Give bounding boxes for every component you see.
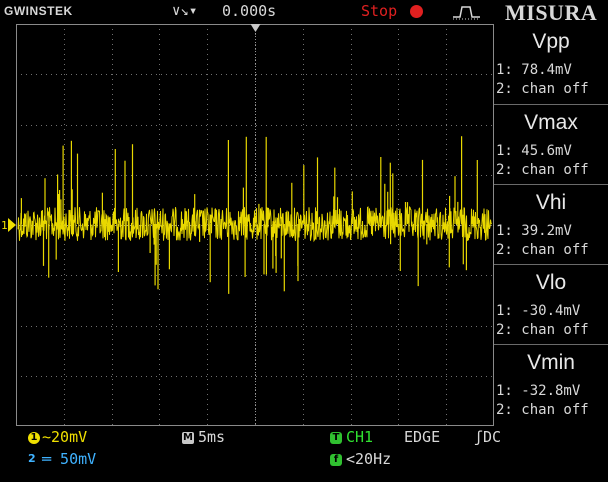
trigger-position-icons: ∨↘▾ — [172, 3, 198, 19]
measure-ch2-value: 2: chan off — [496, 162, 589, 178]
status-bar: GWINSTEK ∨↘▾ 0.000s Stop MISURA — [0, 0, 608, 25]
measure-vmin[interactable]: Vmin 1: -32.8mV 2: chan off — [494, 344, 608, 423]
measure-ch1-value: 1: -30.4mV — [496, 303, 581, 319]
measure-ch2-value: 2: chan off — [496, 81, 589, 97]
trigger-position-marker — [250, 24, 261, 32]
measure-ch1-value: 1: 45.6mV — [496, 143, 572, 159]
measure-ch1-value: 1: 39.2mV — [496, 223, 572, 239]
timebase-badge-icon: M — [182, 432, 194, 444]
trigger-coupling[interactable]: ʃDC — [474, 428, 501, 446]
measure-title: Vlo — [535, 271, 567, 294]
waveform-display — [16, 24, 494, 426]
frequency-readout: <20Hz — [346, 450, 392, 468]
measure-title: Vmin — [527, 351, 575, 374]
brand-logo: GWINSTEK — [4, 4, 73, 18]
graticule — [16, 24, 494, 426]
measurement-panel: Vpp 1: 78.4mV 2: chan off Vmax 1: 45.6mV… — [494, 24, 608, 426]
frequency-badge-icon: f — [330, 454, 342, 466]
ch2-scale[interactable]: ═ 50mV — [42, 450, 96, 468]
watermark: MISURA — [505, 0, 598, 25]
measure-ch1-value: 1: -32.8mV — [496, 383, 581, 399]
ch1-badge-icon: 1 — [28, 432, 40, 444]
timebase-scale[interactable]: 5ms — [198, 428, 225, 446]
trigger-type[interactable]: EDGE — [404, 428, 440, 446]
time-position-readout: 0.000s — [222, 2, 277, 20]
measure-vmax[interactable]: Vmax 1: 45.6mV 2: chan off — [494, 104, 608, 183]
ch2-badge-icon: 2 — [28, 452, 36, 465]
ch1-ground-marker: 1 — [1, 218, 16, 232]
stop-dot-icon — [410, 5, 423, 18]
ch1-trace — [17, 205, 492, 243]
measure-ch2-value: 2: chan off — [496, 402, 589, 418]
measure-ch1-value: 1: 78.4mV — [496, 62, 572, 78]
trigger-badge-icon: T — [330, 432, 342, 444]
measure-vhi[interactable]: Vhi 1: 39.2mV 2: chan off — [494, 184, 608, 263]
measure-ch2-value: 2: chan off — [496, 322, 589, 338]
measure-title: Vhi — [535, 191, 567, 214]
ch1-marker-label: 1 — [1, 219, 8, 232]
measure-title: Vpp — [532, 30, 570, 53]
rising-edge-icon — [453, 6, 480, 20]
run-status-label: Stop — [361, 2, 398, 20]
measure-title: Vmax — [524, 111, 578, 134]
ch1-scale[interactable]: ∼20mV — [42, 428, 87, 446]
measure-vpp[interactable]: Vpp 1: 78.4mV 2: chan off — [494, 24, 608, 102]
measure-vlo[interactable]: Vlo 1: -30.4mV 2: chan off — [494, 264, 608, 343]
measure-ch2-value: 2: chan off — [496, 242, 589, 258]
trigger-source[interactable]: CH1 — [346, 428, 373, 446]
